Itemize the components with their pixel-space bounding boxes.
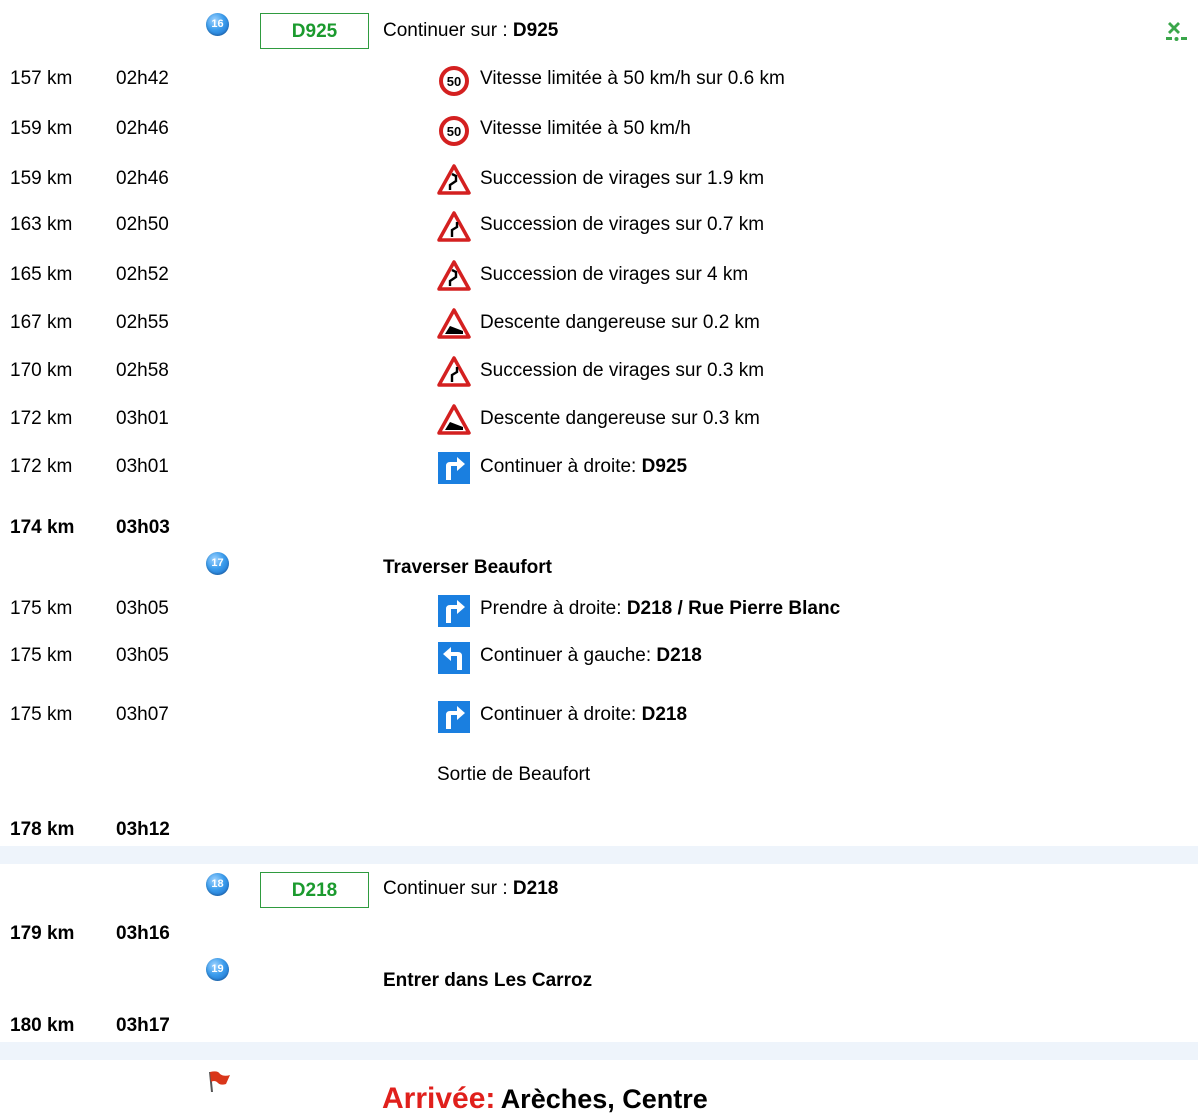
instruction-text: Succession de virages sur 0.7 km xyxy=(480,214,765,235)
svg-text:50: 50 xyxy=(447,124,461,139)
turn-right-icon xyxy=(438,595,470,627)
arrival-flag-icon xyxy=(209,1071,230,1092)
instruction-text: Succession de virages sur 0.3 km xyxy=(480,360,765,381)
distance: 163 km xyxy=(10,214,73,235)
arrival-heading: Arrivée: Arèches, Centre xyxy=(382,1082,708,1116)
arrival-place: Arèches, Centre xyxy=(500,1084,708,1114)
distance: 165 km xyxy=(10,264,73,285)
distance: 175 km xyxy=(10,704,73,725)
distance: 175 km xyxy=(10,598,73,619)
road-name: D218 xyxy=(641,704,688,725)
step-label: Continuer sur : xyxy=(383,20,513,41)
distance: 172 km xyxy=(10,456,73,477)
svg-text:50: 50 xyxy=(447,74,461,89)
milestone-distance: 178 km xyxy=(10,819,75,840)
instruction-text: Continuer à droite: D218 xyxy=(480,704,687,726)
section-separator xyxy=(0,1042,1198,1060)
milestone-time: 03h16 xyxy=(116,923,170,944)
turn-right-icon xyxy=(438,452,470,484)
time: 03h01 xyxy=(116,456,169,477)
instruction-text: Vitesse limitée à 50 km/h xyxy=(480,118,691,139)
step-number-badge: 17 xyxy=(206,552,229,575)
turn-left-icon xyxy=(438,642,470,674)
time: 02h55 xyxy=(116,312,169,333)
speed-limit-50-icon: 50 xyxy=(439,116,469,146)
step-instruction: Traverser Beaufort xyxy=(383,557,552,578)
distance: 170 km xyxy=(10,360,73,381)
winding-road-warning-icon xyxy=(437,260,471,291)
step-instruction: Continuer sur : D925 xyxy=(383,20,558,42)
step-label: Continuer sur : xyxy=(383,878,513,899)
time: 03h05 xyxy=(116,645,169,666)
instruction-label: Continuer à gauche: xyxy=(480,645,657,666)
instruction-label: Continuer à droite: xyxy=(480,704,642,725)
instruction-text: Descente dangereuse sur 0.3 km xyxy=(480,408,760,429)
time: 03h05 xyxy=(116,598,169,619)
instruction-label: Continuer à droite: xyxy=(480,456,642,477)
time: 03h01 xyxy=(116,408,169,429)
steep-descent-warning-icon xyxy=(437,404,471,435)
road-sign-box: D218 xyxy=(260,872,369,908)
time: 03h07 xyxy=(116,704,169,725)
instruction-label: Prendre à droite: xyxy=(480,598,627,619)
milestone-distance: 180 km xyxy=(10,1015,75,1036)
instruction-text: Continuer à gauche: D218 xyxy=(480,645,702,667)
arrival-label: Arrivée: xyxy=(382,1082,496,1115)
time: 02h46 xyxy=(116,168,169,189)
distance: 172 km xyxy=(10,408,73,429)
turn-right-icon xyxy=(438,701,470,733)
section-separator xyxy=(0,846,1198,864)
step-number-badge: 18 xyxy=(206,873,229,896)
milestone-time: 03h03 xyxy=(116,517,170,538)
winding-road-warning-icon xyxy=(437,164,471,195)
exit-town-text: Sortie de Beaufort xyxy=(437,764,591,785)
road-name: D925 xyxy=(641,456,688,477)
road-name: D218 xyxy=(512,878,559,899)
winding-road-warning-icon xyxy=(437,356,471,387)
itinerary-crossing-icon[interactable] xyxy=(1164,18,1190,44)
time: 02h42 xyxy=(116,68,169,89)
time: 02h52 xyxy=(116,264,169,285)
distance: 167 km xyxy=(10,312,73,333)
distance: 175 km xyxy=(10,645,73,666)
distance: 157 km xyxy=(10,68,73,89)
time: 02h50 xyxy=(116,214,169,235)
winding-road-warning-icon xyxy=(437,211,471,242)
road-name: D218 / Rue Pierre Blanc xyxy=(626,598,841,619)
step-number-badge: 16 xyxy=(206,13,229,36)
distance: 159 km xyxy=(10,168,73,189)
milestone-distance: 179 km xyxy=(10,923,75,944)
speed-limit-50-icon: 50 xyxy=(439,66,469,96)
milestone-distance: 174 km xyxy=(10,517,75,538)
time: 02h46 xyxy=(116,118,169,139)
road-sign-box: D925 xyxy=(260,13,369,49)
time: 02h58 xyxy=(116,360,169,381)
milestone-time: 03h17 xyxy=(116,1015,170,1036)
instruction-text: Succession de virages sur 4 km xyxy=(480,264,749,285)
road-name: D218 xyxy=(656,645,702,666)
instruction-text: Prendre à droite: D218 / Rue Pierre Blan… xyxy=(480,598,840,620)
instruction-text: Succession de virages sur 1.9 km xyxy=(480,168,765,189)
step-number-badge: 19 xyxy=(206,958,229,981)
instruction-text: Vitesse limitée à 50 km/h sur 0.6 km xyxy=(480,68,785,89)
steep-descent-warning-icon xyxy=(437,308,471,339)
step-instruction: Continuer sur : D218 xyxy=(383,878,558,900)
instruction-text: Descente dangereuse sur 0.2 km xyxy=(480,312,760,333)
step-instruction: Entrer dans Les Carroz xyxy=(383,970,593,991)
road-name: D925 xyxy=(512,20,559,41)
distance: 159 km xyxy=(10,118,73,139)
instruction-text: Continuer à droite: D925 xyxy=(480,456,687,478)
milestone-time: 03h12 xyxy=(116,819,170,840)
